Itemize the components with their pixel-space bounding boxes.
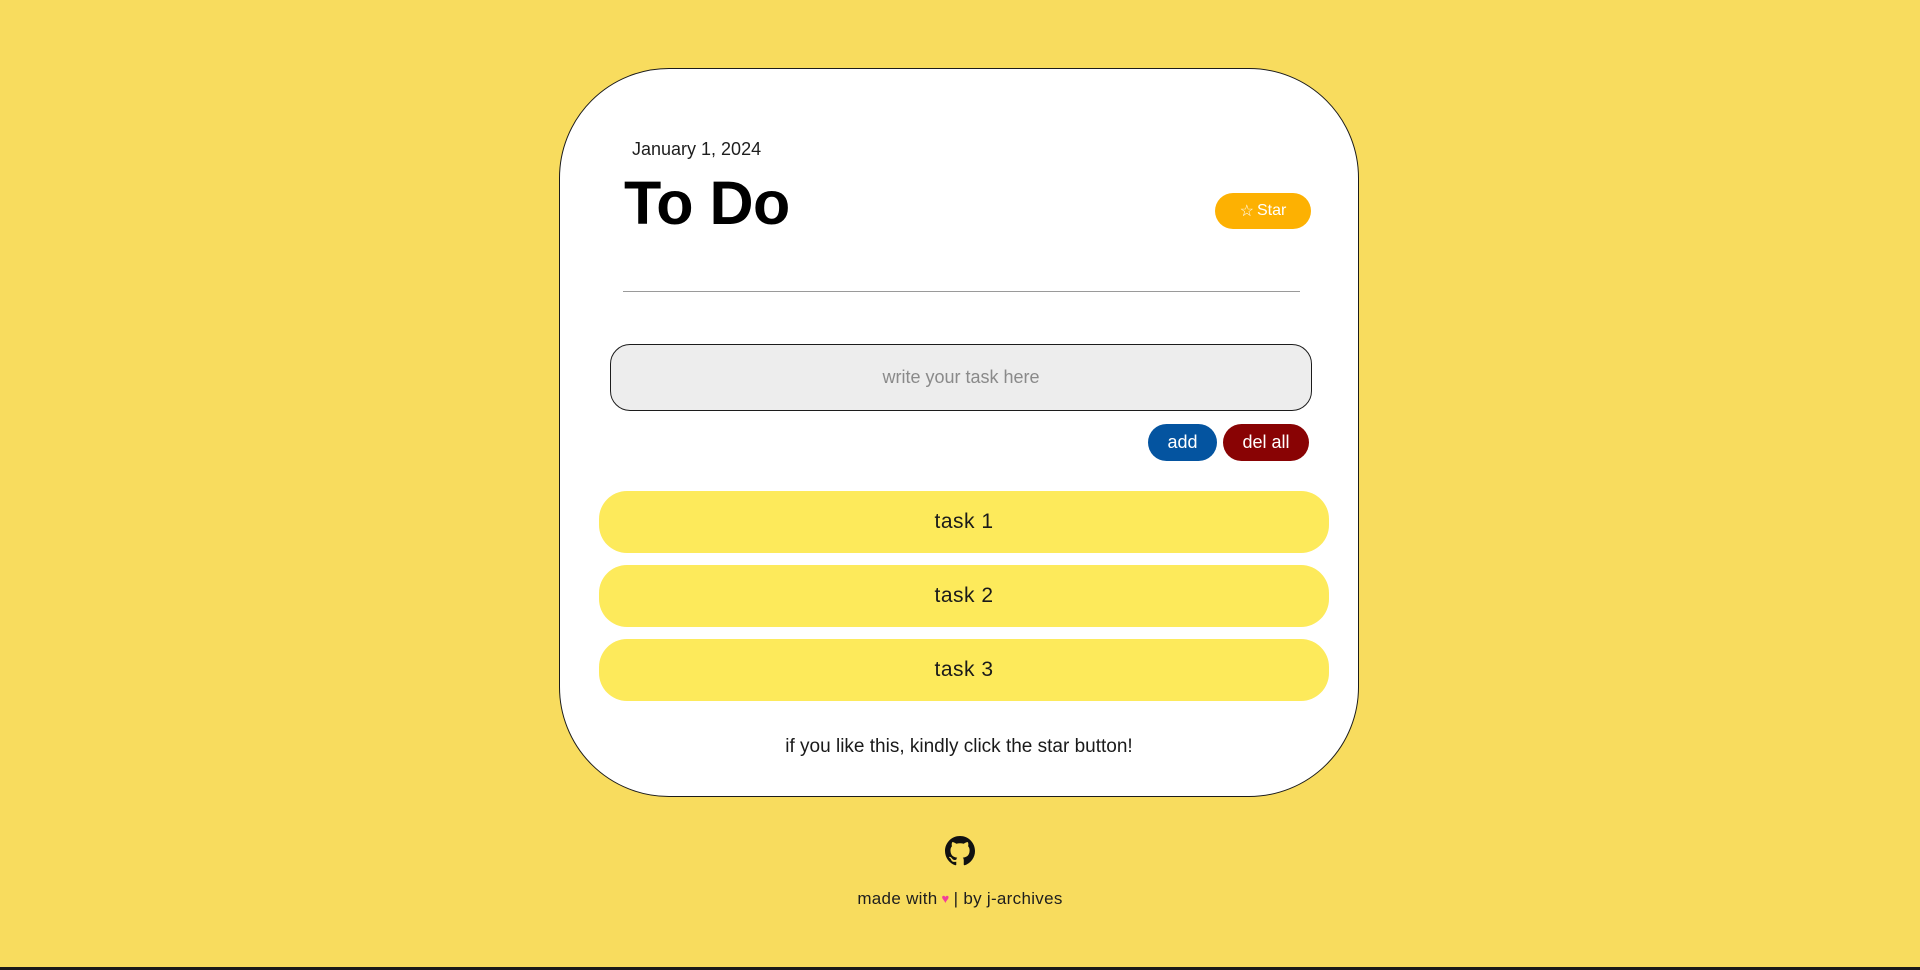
github-icon[interactable] — [945, 836, 975, 866]
task-input[interactable] — [610, 344, 1312, 411]
star-button-label: Star — [1257, 202, 1287, 219]
footer-separator: | — [953, 889, 959, 908]
footer: made with ♥ | by j-archives — [0, 889, 1920, 909]
footer-author[interactable]: by j-archives — [963, 889, 1062, 908]
heart-icon: ♥ — [941, 891, 950, 906]
page-title: To Do — [624, 169, 790, 237]
add-button[interactable]: add — [1148, 424, 1217, 461]
task-item[interactable]: task 2 — [599, 565, 1329, 627]
star-button[interactable]: ☆ Star — [1215, 193, 1311, 229]
delete-all-button[interactable]: del all — [1223, 424, 1309, 461]
star-icon: ☆ — [1239, 203, 1254, 220]
task-item[interactable]: task 3 — [599, 639, 1329, 701]
star-note: if you like this, kindly click the star … — [785, 736, 1133, 757]
footer-made-with: made with — [857, 889, 938, 908]
todo-card: January 1, 2024 To Do ☆ Star add del all… — [559, 68, 1359, 797]
task-item[interactable]: task 1 — [599, 491, 1329, 553]
task-list: task 1 task 2 task 3 — [599, 491, 1329, 713]
date-label: January 1, 2024 — [632, 139, 762, 159]
header-divider — [623, 291, 1300, 292]
